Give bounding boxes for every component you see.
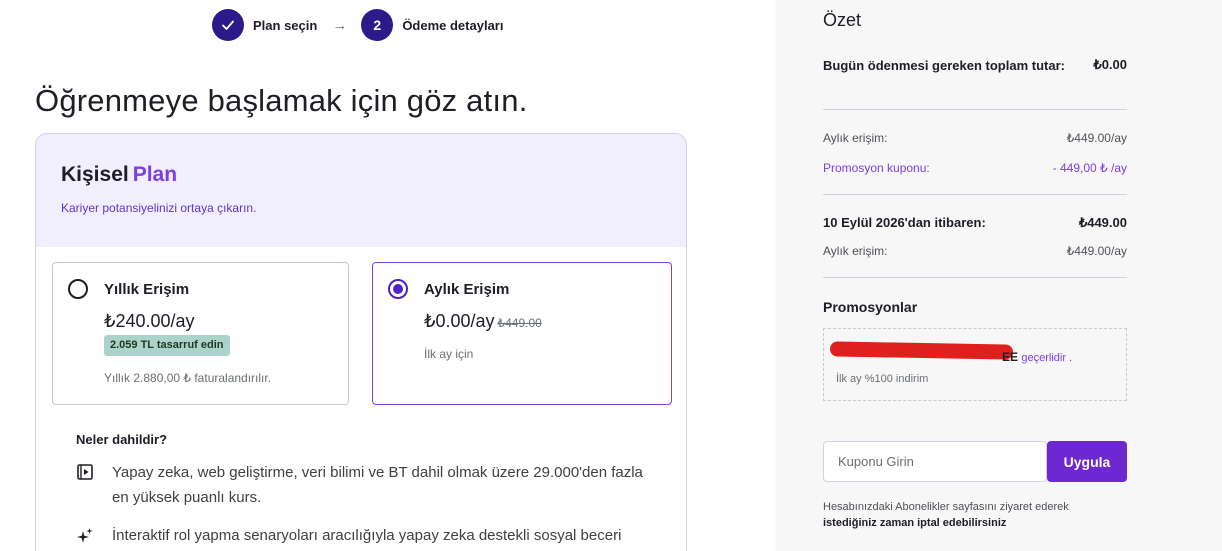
apply-coupon-button[interactable]: Uygula <box>1047 441 1127 482</box>
total-due-today-row: Bugün ödenmesi gereken toplam tutar: ₺0.… <box>823 57 1127 75</box>
summary-divider <box>823 194 1127 195</box>
plan-option-yearly[interactable]: Yıllık Erişim ₺240.00/ay 2.059 TL tasarr… <box>52 262 349 405</box>
promo-valid-text: geçerlidir . <box>1021 352 1073 364</box>
cancel-info-note: Hesabınızdaki Abonelikler sayfasını ziya… <box>823 499 1127 531</box>
plan-option-monthly[interactable]: Aylık Erişim ₺0.00/ay ₺449.00 İlk ay için <box>372 262 672 405</box>
recurring-monthly-label: Aylık erişim: <box>823 244 888 258</box>
included-features-title: Neler dahildir? <box>76 432 168 447</box>
summary-divider <box>823 277 1127 278</box>
promo-code-visible: EE <box>1002 350 1019 364</box>
promo-description: İlk ay %100 indirim <box>836 373 929 385</box>
plan-title: Kişisel Plan <box>61 163 686 187</box>
included-features: Neler dahildir? Yapay zeka, web geliştir… <box>76 432 656 551</box>
monthly-option-title: Aylık Erişim <box>424 281 510 298</box>
sparkle-icon <box>77 528 93 543</box>
monthly-option-note: İlk ay için <box>424 347 474 361</box>
feature-item: Yapay zeka, web geliştirme, veri bilimi … <box>76 460 656 510</box>
promotions-title: Promosyonlar <box>823 299 918 315</box>
recurring-from-value: ₺449.00 <box>1078 215 1127 230</box>
page-title: Öğrenmeye başlamak için göz atın. <box>35 83 528 118</box>
monthly-access-row: Aylık erişim: ₺449.00/ay <box>823 131 1127 145</box>
monthly-price-value: ₺0.00/ay <box>424 311 495 331</box>
plan-card: Kişisel Plan Kariyer potansiyelinizi orta… <box>35 133 687 551</box>
recurring-from-label: 10 Eylül 2026'dan itibaren: <box>823 215 986 230</box>
feature-text: Yapay zeka, web geliştirme, veri bilimi … <box>112 464 643 506</box>
total-due-label: Bugün ödenmesi gereken toplam tutar: <box>823 58 1065 73</box>
step-2-indicator: 2 <box>361 9 394 41</box>
yearly-option-price: ₺240.00/ay <box>104 311 195 331</box>
monthly-access-value: ₺449.00/ay <box>1066 131 1127 145</box>
cancel-info-text: Hesabınızdaki Abonelikler sayfasını ziya… <box>823 501 1069 513</box>
monthly-old-price: ₺449.00 <box>497 316 542 330</box>
order-summary-panel: Özet Bugün ödenmesi gereken toplam tutar… <box>775 0 1222 551</box>
plan-card-header: Kişisel Plan Kariyer potansiyelinizi orta… <box>36 134 686 247</box>
step-arrow-icon: → <box>332 16 348 34</box>
yearly-billing-note: Yıllık 2.880,00 ₺ faturalandırılır. <box>104 371 272 385</box>
feature-text: İnteraktif rol yapma senaryoları aracılı… <box>112 527 622 544</box>
feature-item: İnteraktif rol yapma senaryoları aracılı… <box>76 523 656 551</box>
cancel-info-bold[interactable]: istediğiniz zaman iptal edebilirsiniz <box>823 517 1006 529</box>
promo-coupon-value: - 449,00 ₺ /ay <box>1052 161 1127 175</box>
checkmark-icon <box>222 20 234 30</box>
recurring-monthly-value: ₺449.00/ay <box>1066 244 1127 258</box>
plan-subtitle: Kariyer potansiyelinizi ortaya çıkarın. <box>61 201 257 215</box>
recurring-monthly-row: Aylık erişim: ₺449.00/ay <box>823 244 1127 258</box>
plan-title-accent: Plan <box>132 163 178 186</box>
coupon-input[interactable] <box>823 441 1047 482</box>
step-2-label: Ödeme detayları <box>402 17 504 33</box>
promo-coupon-label: Promosyon kuponu: <box>823 161 930 175</box>
step-1-label[interactable]: Plan seçin <box>253 18 317 33</box>
monthly-access-label: Aylık erişim: <box>823 131 888 145</box>
summary-divider <box>823 109 1127 110</box>
video-play-icon <box>77 464 93 480</box>
plan-title-main: Kişisel <box>61 163 129 186</box>
step-1-completed-indicator <box>212 9 244 41</box>
applied-promo-box: EE geçerlidir . İlk ay %100 indirim <box>823 328 1127 401</box>
summary-heading: Özet <box>823 10 862 30</box>
recurring-from-row: 10 Eylül 2026'dan itibaren: ₺449.00 <box>823 215 1127 231</box>
yearly-radio-button[interactable] <box>68 279 88 299</box>
yearly-option-title: Yıllık Erişim <box>104 281 190 298</box>
total-due-value: ₺0.00 <box>1093 57 1127 72</box>
promo-code-line: EE geçerlidir . <box>836 350 1072 364</box>
savings-badge: 2.059 TL tasarruf edin <box>104 335 230 356</box>
checkout-stepper: Plan seçin → 2 Ödeme detayları <box>212 9 503 41</box>
monthly-option-price: ₺0.00/ay ₺449.00 <box>424 311 542 332</box>
promo-coupon-row: Promosyon kuponu: - 449,00 ₺ /ay <box>823 161 1127 175</box>
monthly-radio-button[interactable] <box>388 279 408 299</box>
